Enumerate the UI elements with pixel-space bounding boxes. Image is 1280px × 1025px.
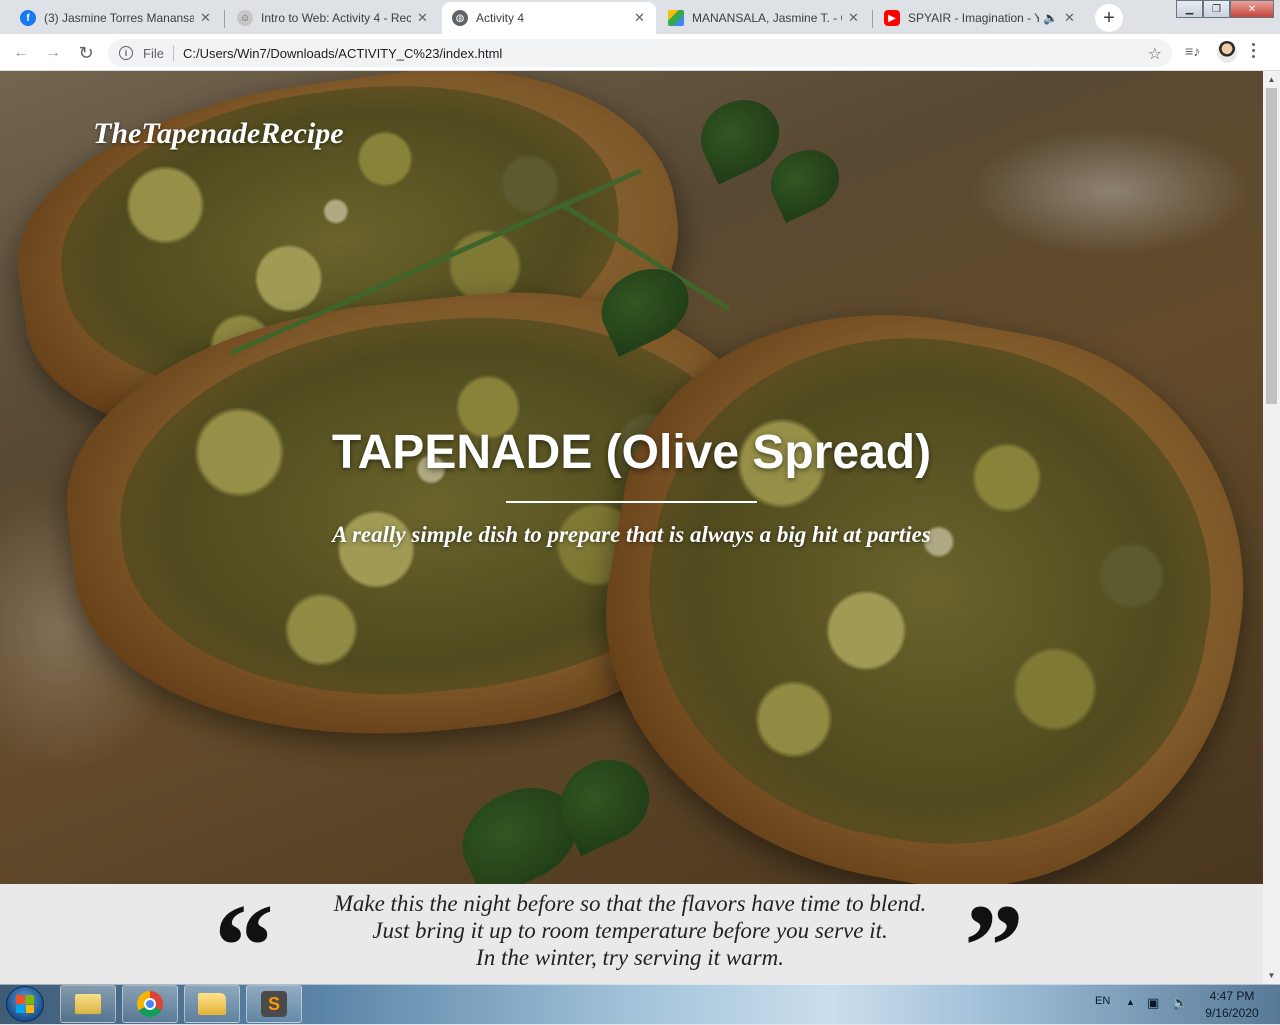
maximize-button[interactable]: ❐ — [1203, 0, 1230, 18]
url-text[interactable]: C:/Users/Win7/Downloads/ACTIVITY_C%23/in… — [183, 46, 502, 61]
hero-subtitle: A really simple dish to prepare that is … — [332, 522, 931, 547]
quote-line: In the winter, try serving it warm. — [476, 945, 784, 970]
close-window-button[interactable]: ✕ — [1230, 0, 1274, 18]
close-tab-icon[interactable]: ✕ — [417, 10, 429, 26]
drive-icon — [668, 10, 684, 26]
scheme-label: File — [143, 45, 164, 61]
sublime-text-icon: S — [261, 991, 287, 1017]
close-tab-icon[interactable]: ✕ — [634, 10, 646, 26]
tab-facebook[interactable]: f (3) Jasmine Torres Manansala ✕ — [10, 2, 222, 34]
show-hidden-icons-icon[interactable]: ▲ — [1126, 997, 1135, 1007]
tab-title: MANANSALA, Jasmine T. - Google Drive — [692, 11, 842, 25]
chrome-icon — [137, 991, 163, 1017]
clock-date: 9/16/2020 — [1205, 1006, 1259, 1020]
site-brand[interactable]: TheTapenadeRecipe — [93, 117, 344, 151]
taskbar-clock[interactable]: 4:47 PM 9/16/2020 — [1196, 988, 1268, 1022]
chrome-menu-icon[interactable] — [1252, 43, 1256, 58]
window-controls: ▁ ❐ ✕ — [1176, 0, 1274, 18]
classroom-icon: ☺ — [237, 10, 253, 26]
close-tab-icon[interactable]: ✕ — [1064, 10, 1076, 26]
minimize-button[interactable]: ▁ — [1176, 0, 1203, 18]
quote-text: Make this the night before so that the f… — [280, 890, 980, 971]
hero-title: TAPENADE (Olive Spread) — [331, 426, 932, 479]
close-quote-mark: ” — [964, 879, 1024, 985]
tab-activity-4[interactable]: ◍ Activity 4 ✕ — [442, 2, 656, 34]
audio-playing-icon[interactable]: 🔈 — [1043, 11, 1058, 25]
scroll-thumb[interactable] — [1266, 88, 1277, 404]
tab-title: (3) Jasmine Torres Manansala — [44, 11, 194, 25]
facebook-icon: f — [20, 10, 36, 26]
close-tab-icon[interactable]: ✕ — [848, 10, 860, 26]
taskbar-explorer-button[interactable] — [60, 985, 116, 1023]
folder-icon — [198, 993, 226, 1015]
volume-icon[interactable]: 🔈 — [1172, 995, 1188, 1011]
address-bar[interactable]: i File C:/Users/Win7/Downloads/ACTIVITY_… — [108, 39, 1172, 67]
tab-title: Intro to Web: Activity 4 - Recipe — [261, 11, 411, 25]
browser-toolbar: ← → ↻ i File C:/Users/Win7/Downloads/ACT… — [0, 34, 1280, 71]
back-button[interactable]: ← — [9, 41, 33, 65]
hero-section: TheTapenadeRecipe TAPENADE (Olive Spread… — [0, 71, 1263, 884]
tab-title: SPYAIR - Imagination - YouTube — [908, 11, 1040, 25]
page-viewport: TheTapenadeRecipe TAPENADE (Olive Spread… — [0, 71, 1263, 984]
new-tab-button[interactable]: + — [1095, 4, 1123, 32]
globe-icon: ◍ — [452, 10, 468, 26]
scroll-down-arrow[interactable]: ▼ — [1263, 967, 1280, 984]
taskbar-folder-button[interactable] — [184, 985, 240, 1023]
omnibox-divider — [172, 45, 174, 61]
clock-time: 4:47 PM — [1209, 989, 1255, 1003]
info-icon[interactable]: i — [119, 46, 133, 60]
profile-avatar[interactable] — [1217, 41, 1237, 63]
windows-logo-icon — [16, 995, 34, 1013]
hero-divider — [506, 501, 757, 503]
scroll-up-arrow[interactable]: ▲ — [1263, 71, 1280, 88]
close-tab-icon[interactable]: ✕ — [200, 10, 212, 26]
tab-intro-to-web[interactable]: ☺ Intro to Web: Activity 4 - Recipe ✕ — [227, 2, 439, 34]
quote-line: Just bring it up to room temperature bef… — [372, 918, 888, 943]
taskbar-sublime-button[interactable]: S — [246, 985, 302, 1023]
vertical-scrollbar[interactable]: ▲ ▼ — [1263, 71, 1280, 984]
tab-youtube[interactable]: ▶ SPYAIR - Imagination - YouTube 🔈 ✕ — [874, 2, 1086, 34]
tab-separator — [224, 10, 225, 28]
taskbar-chrome-button[interactable] — [122, 985, 178, 1023]
network-icon[interactable]: ▣ — [1147, 995, 1159, 1011]
quote-section: “ Make this the night before so that the… — [0, 884, 1263, 984]
tab-title: Activity 4 — [476, 11, 525, 25]
quote-line: Make this the night before so that the f… — [333, 891, 927, 916]
forward-button[interactable]: → — [41, 41, 65, 65]
tab-google-drive[interactable]: MANANSALA, Jasmine T. - Google Drive ✕ — [658, 2, 870, 34]
open-quote-mark: “ — [214, 879, 274, 985]
tab-strip: f (3) Jasmine Torres Manansala ✕ ☺ Intro… — [0, 0, 1280, 34]
explorer-icon — [75, 994, 101, 1014]
language-indicator[interactable]: EN — [1095, 995, 1110, 1007]
reload-button[interactable]: ↻ — [74, 41, 98, 65]
bookmark-star-icon[interactable]: ☆ — [1148, 44, 1162, 64]
youtube-icon: ▶ — [884, 10, 900, 26]
tab-separator — [872, 10, 873, 28]
media-controls-icon[interactable]: ≡♪ — [1185, 43, 1200, 59]
start-button[interactable] — [6, 986, 44, 1022]
